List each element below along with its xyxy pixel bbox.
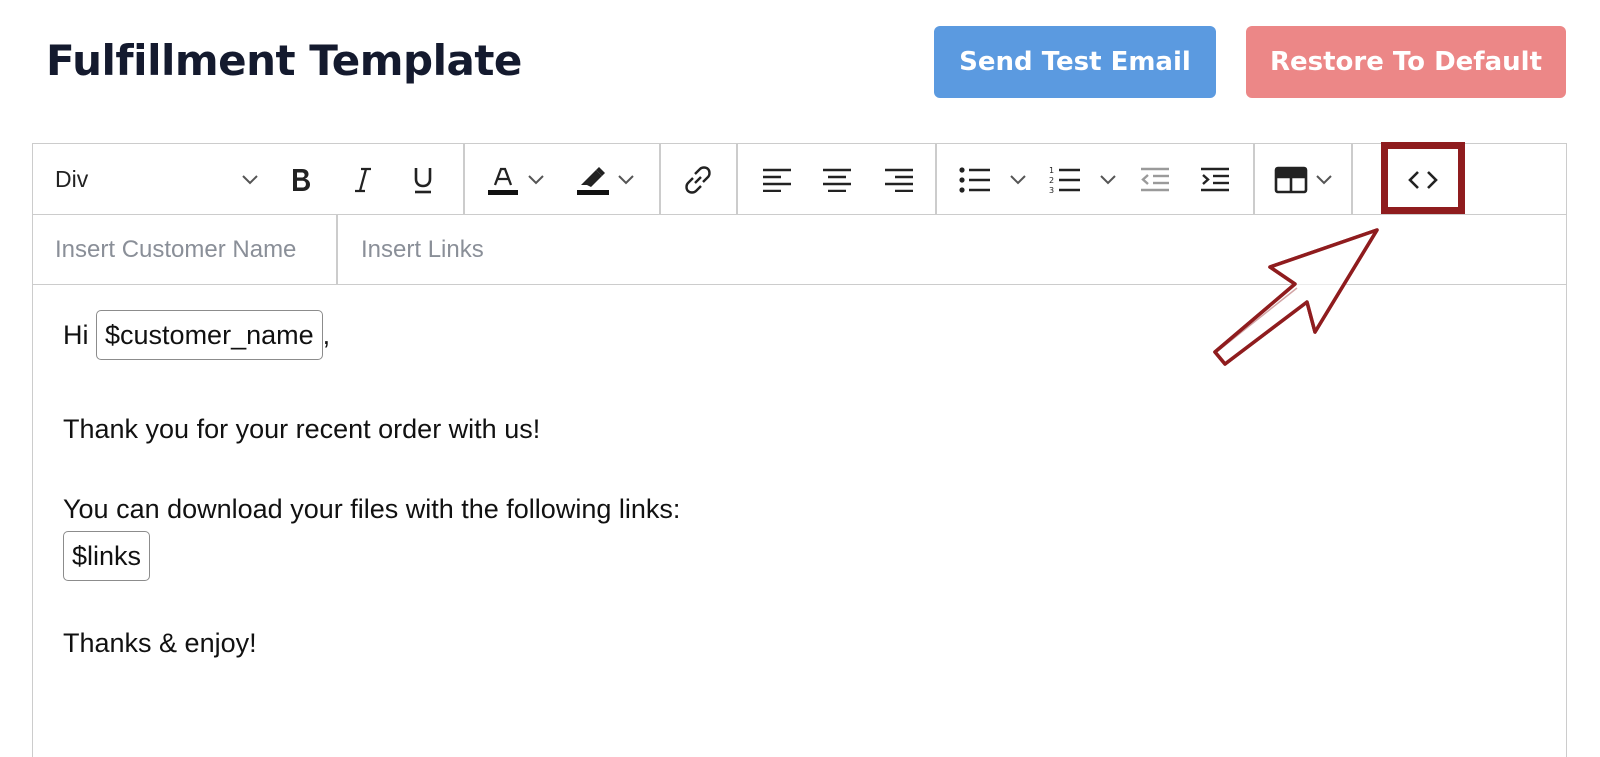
body-line: Thanks & enjoy! (63, 628, 257, 658)
highlight-color-icon[interactable] (573, 144, 613, 215)
links-line: $links (63, 531, 151, 582)
block-format-value: Div (55, 166, 89, 192)
chevron-down-icon[interactable] (1009, 144, 1027, 215)
align-right-icon[interactable] (877, 144, 921, 215)
body-line: You can download your files with the fol… (63, 494, 681, 524)
toolbar-divider (659, 144, 661, 215)
chevron-down-icon (241, 144, 259, 215)
insert-customer-name-button[interactable]: Insert Customer Name (55, 215, 296, 284)
insert-links-button[interactable]: Insert Links (361, 215, 484, 284)
underline-icon[interactable] (403, 144, 443, 215)
indent-icon[interactable] (1193, 144, 1237, 215)
annotation-arrow-icon (1213, 228, 1379, 366)
chevron-down-icon[interactable] (1315, 144, 1333, 215)
source-code-highlight-box (1381, 142, 1465, 214)
bold-icon[interactable] (281, 144, 321, 215)
greeting-line: Hi $customer_name, (63, 310, 331, 361)
toolbar-divider (1253, 144, 1255, 215)
svg-text:1: 1 (1049, 166, 1054, 175)
bullet-list-icon[interactable] (953, 144, 997, 215)
toolbar-divider (1351, 144, 1353, 215)
align-left-icon[interactable] (755, 144, 799, 215)
svg-text:2: 2 (1049, 176, 1054, 185)
outdent-icon[interactable] (1133, 144, 1177, 215)
table-icon[interactable] (1269, 144, 1313, 215)
send-test-email-button[interactable]: Send Test Email (934, 26, 1216, 98)
chevron-down-icon[interactable] (1099, 144, 1117, 215)
editor-toolbar: Div 1 2 3 (33, 142, 1566, 215)
customer-name-tag[interactable]: $customer_name (96, 310, 323, 361)
body-line: Thank you for your recent order with us! (63, 414, 541, 444)
restore-to-default-button[interactable]: Restore To Default (1246, 26, 1566, 98)
links-tag[interactable]: $links (63, 531, 151, 582)
toolbar-divider (935, 144, 937, 215)
toolbar-divider (336, 215, 338, 284)
greeting-suffix: , (322, 320, 331, 350)
numbered-list-icon[interactable]: 123 (1043, 144, 1087, 215)
toolbar-divider (736, 144, 738, 215)
link-icon[interactable] (676, 144, 720, 215)
chevron-down-icon[interactable] (617, 144, 635, 215)
text-color-icon[interactable] (483, 144, 523, 215)
page-title: Fulfillment Template (46, 36, 522, 85)
italic-icon[interactable] (343, 144, 383, 215)
align-center-icon[interactable] (815, 144, 859, 215)
toolbar-divider (463, 144, 465, 215)
svg-text:3: 3 (1049, 186, 1054, 195)
chevron-down-icon[interactable] (527, 144, 545, 215)
greeting-prefix: Hi (63, 320, 89, 350)
